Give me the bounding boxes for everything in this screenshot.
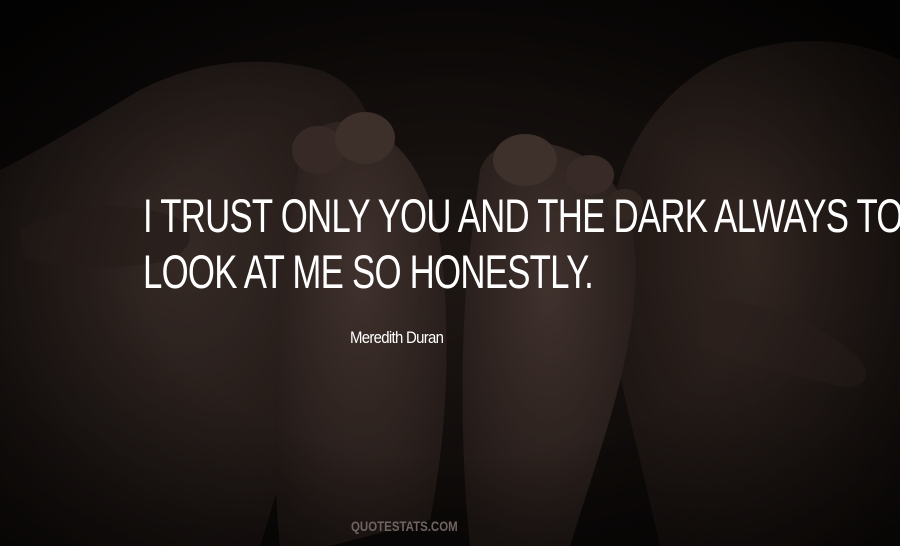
quote-line: LOOK AT ME SO HONESTLY. [143,245,594,298]
quote-image: I TRUST ONLY YOU AND THE DARK ALWAYS TO … [0,0,900,546]
quote-author: Meredith Duran [350,328,444,347]
quote-text: I TRUST ONLY YOU AND THE DARK ALWAYS TO … [143,188,900,300]
quote-line: I TRUST ONLY YOU AND THE DARK ALWAYS TO [143,189,900,242]
site-watermark: QUOTESTATS.COM [351,518,458,534]
